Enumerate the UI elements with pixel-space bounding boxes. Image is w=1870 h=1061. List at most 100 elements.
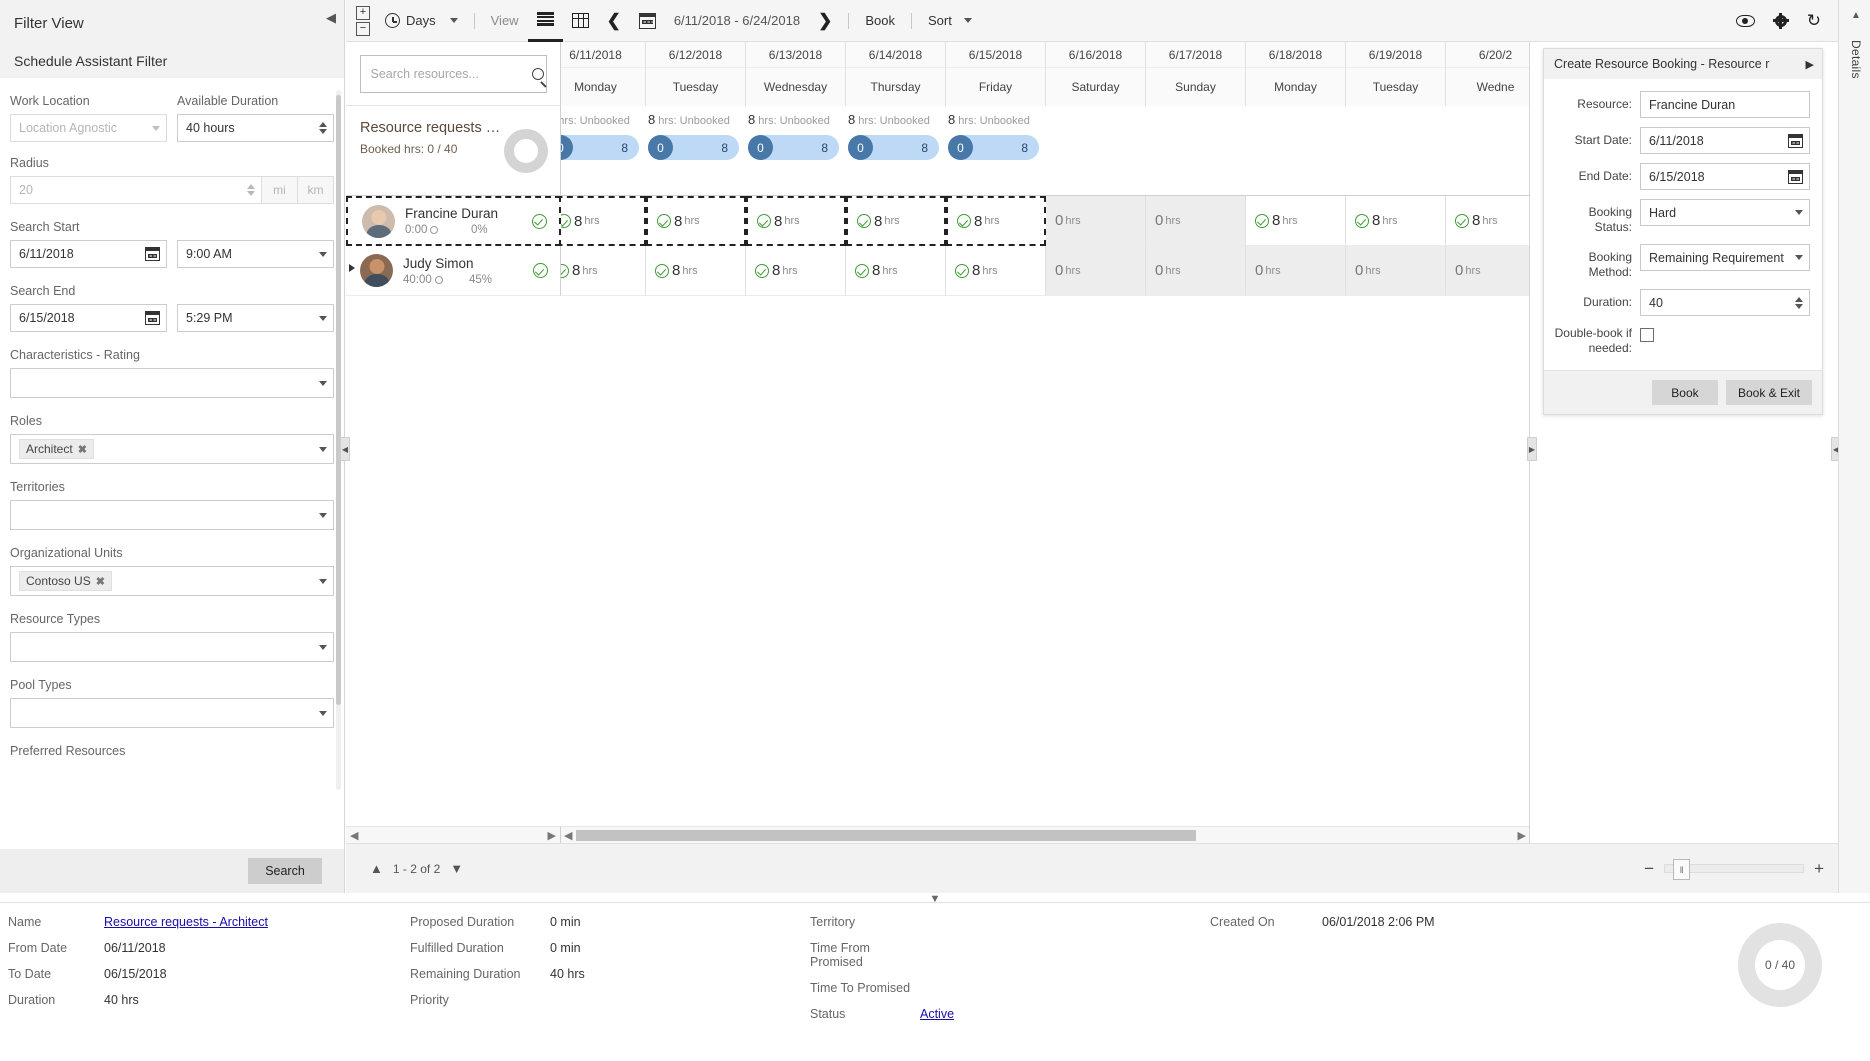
requirement-day-block[interactable]: 8 hrs: Unbooked08 [561, 106, 646, 196]
schedule-cell[interactable]: 0hrs [1046, 196, 1146, 246]
close-icon[interactable]: ✖ [96, 575, 105, 588]
search-resources-input[interactable] [371, 67, 532, 81]
double-book-checkbox[interactable] [1640, 328, 1654, 342]
requirement-day-pill[interactable]: 08 [848, 135, 939, 160]
previous-period-button[interactable]: ❮ [598, 0, 630, 42]
close-icon[interactable]: ✖ [78, 443, 87, 456]
visibility-button[interactable] [1727, 0, 1764, 42]
calendar-icon[interactable] [1788, 170, 1803, 184]
book-button[interactable]: Book [1652, 380, 1718, 405]
settings-button[interactable] [1764, 0, 1798, 42]
schedule-cell[interactable]: 8hrs [561, 196, 646, 246]
schedule-cell[interactable]: 8hrs [846, 196, 946, 246]
zoom-in-button[interactable]: + [1814, 860, 1824, 877]
schedule-cell[interactable]: 8hrs [1246, 196, 1346, 246]
detail-field-value[interactable]: Resource requests - Architect [104, 915, 268, 929]
schedule-cell[interactable]: 8hrs [1346, 196, 1446, 246]
chevron-left-icon[interactable]: ◀ [350, 829, 358, 842]
requirement-day-block[interactable]: 8 hrs: Unbooked08 [646, 106, 746, 196]
calendar-icon[interactable] [145, 247, 160, 261]
chevron-up-icon[interactable]: ▲ [360, 861, 393, 876]
radius-input[interactable]: 20 [10, 176, 262, 204]
search-resources-box[interactable] [360, 55, 547, 93]
time-scale-selector[interactable]: Days [376, 0, 467, 42]
booking-duration-stepper[interactable]: 40 [1640, 289, 1810, 316]
characteristics-rating-select[interactable] [10, 368, 334, 398]
right-panel-resize-handle[interactable]: ▶ [1527, 437, 1537, 461]
territories-select[interactable] [10, 500, 334, 530]
timeline-horizontal-scrollbar[interactable]: ◀ ▶ [561, 826, 1529, 843]
schedule-cell[interactable]: 0hrs [1046, 246, 1146, 296]
requirement-day-block[interactable]: 8 hrs: Unbooked08 [946, 106, 1046, 196]
resource-list-scrollbar[interactable]: ◀ ▶ [346, 826, 561, 843]
stepper-arrows-icon[interactable] [247, 184, 255, 196]
requirement-day-pill[interactable]: 08 [748, 135, 839, 160]
expand-collapse-rows-control[interactable]: + − [356, 6, 370, 36]
search-start-time-select[interactable]: 9:00 AM [177, 240, 334, 268]
next-period-button[interactable]: ❯ [809, 0, 841, 42]
search-start-date-input[interactable]: 6/11/2018 [10, 240, 167, 268]
chevron-left-icon[interactable]: ◀ [326, 11, 336, 24]
chevron-up-icon[interactable]: ▲ [1851, 10, 1861, 21]
search-button[interactable]: Search [248, 858, 322, 884]
schedule-cell[interactable]: 8hrs [646, 246, 746, 296]
stepper-arrows-icon[interactable] [1795, 297, 1803, 309]
unit-miles-button[interactable]: mi [262, 176, 298, 204]
requirement-label-cell[interactable]: Resource requests - ... Booked hrs: 0 / … [346, 106, 561, 196]
unit-kilometers-button[interactable]: km [298, 176, 334, 204]
schedule-cell[interactable]: 8hrs [561, 246, 646, 296]
chevron-right-icon[interactable]: ▶ [1806, 58, 1814, 71]
zoom-out-button[interactable]: − [1644, 860, 1654, 877]
list-view-button[interactable] [528, 0, 563, 42]
pool-types-select[interactable] [10, 698, 334, 728]
resource-types-select[interactable] [10, 632, 334, 662]
booking-status-select[interactable]: Hard [1640, 199, 1810, 226]
schedule-cell[interactable]: 8hrs [746, 196, 846, 246]
calendar-icon[interactable] [1788, 134, 1803, 148]
resource-row[interactable]: Judy Simon40:0045% [346, 246, 561, 296]
grid-view-button[interactable] [563, 0, 598, 42]
scrollbar-thumb[interactable] [576, 830, 1196, 841]
search-end-date-input[interactable]: 6/15/2018 [10, 304, 167, 332]
schedule-cell[interactable]: 8hrs [846, 246, 946, 296]
booking-method-select[interactable]: Remaining Requirement [1640, 244, 1810, 271]
details-rail[interactable]: ▲ Details [1838, 0, 1870, 893]
schedule-cell[interactable]: 8hrs [746, 246, 846, 296]
schedule-cell[interactable]: 0hrs [1246, 246, 1346, 296]
chevron-left-icon[interactable]: ◀ [564, 829, 572, 842]
refresh-button[interactable]: ↻ [1798, 0, 1830, 42]
left-panel-resize-handle[interactable]: ◀ [340, 437, 350, 461]
available-duration-stepper[interactable]: 40 hours [177, 114, 334, 142]
booking-start-date-input[interactable]: 6/11/2018 [1640, 127, 1810, 154]
chevron-down-icon[interactable]: ▼ [440, 861, 473, 876]
date-picker-button[interactable] [630, 0, 665, 42]
roles-select[interactable]: Architect✖ [10, 434, 334, 464]
work-location-select[interactable]: Location Agnostic [10, 114, 167, 142]
schedule-cell[interactable]: 8hrs [946, 246, 1046, 296]
book-button[interactable]: Book [856, 0, 904, 42]
booking-end-date-input[interactable]: 6/15/2018 [1640, 163, 1810, 190]
schedule-cell[interactable]: 8hrs [1446, 196, 1529, 246]
search-end-time-select[interactable]: 5:29 PM [177, 304, 334, 332]
requirement-day-pill[interactable]: 08 [648, 135, 739, 160]
booking-resource-input[interactable]: Francine Duran [1640, 91, 1810, 118]
schedule-cell[interactable]: 8hrs [946, 196, 1046, 246]
zoom-slider-handle[interactable]: ‖ [1673, 859, 1690, 880]
search-icon[interactable] [532, 68, 544, 80]
schedule-cell[interactable]: 0hrs [1346, 246, 1446, 296]
detail-field-value[interactable]: Active [920, 1007, 954, 1021]
organizational-units-select[interactable]: Contoso US✖ [10, 566, 334, 596]
schedule-cell[interactable]: 0hrs [1146, 196, 1246, 246]
requirement-day-pill[interactable]: 08 [561, 135, 639, 160]
plus-box-icon[interactable]: + [356, 6, 370, 20]
resource-row[interactable]: Francine Duran0:000% [346, 196, 561, 246]
stepper-arrows-icon[interactable] [319, 122, 327, 134]
requirement-day-pill[interactable]: 08 [948, 135, 1039, 160]
book-and-exit-button[interactable]: Book & Exit [1726, 380, 1812, 405]
schedule-cell[interactable]: 8hrs [646, 196, 746, 246]
schedule-cell[interactable]: 0hrs [1146, 246, 1246, 296]
expand-row-icon[interactable] [349, 264, 355, 272]
sort-button[interactable]: Sort [919, 0, 981, 42]
requirement-day-block[interactable]: 8 hrs: Unbooked08 [846, 106, 946, 196]
chevron-right-icon[interactable]: ▶ [1518, 829, 1526, 842]
